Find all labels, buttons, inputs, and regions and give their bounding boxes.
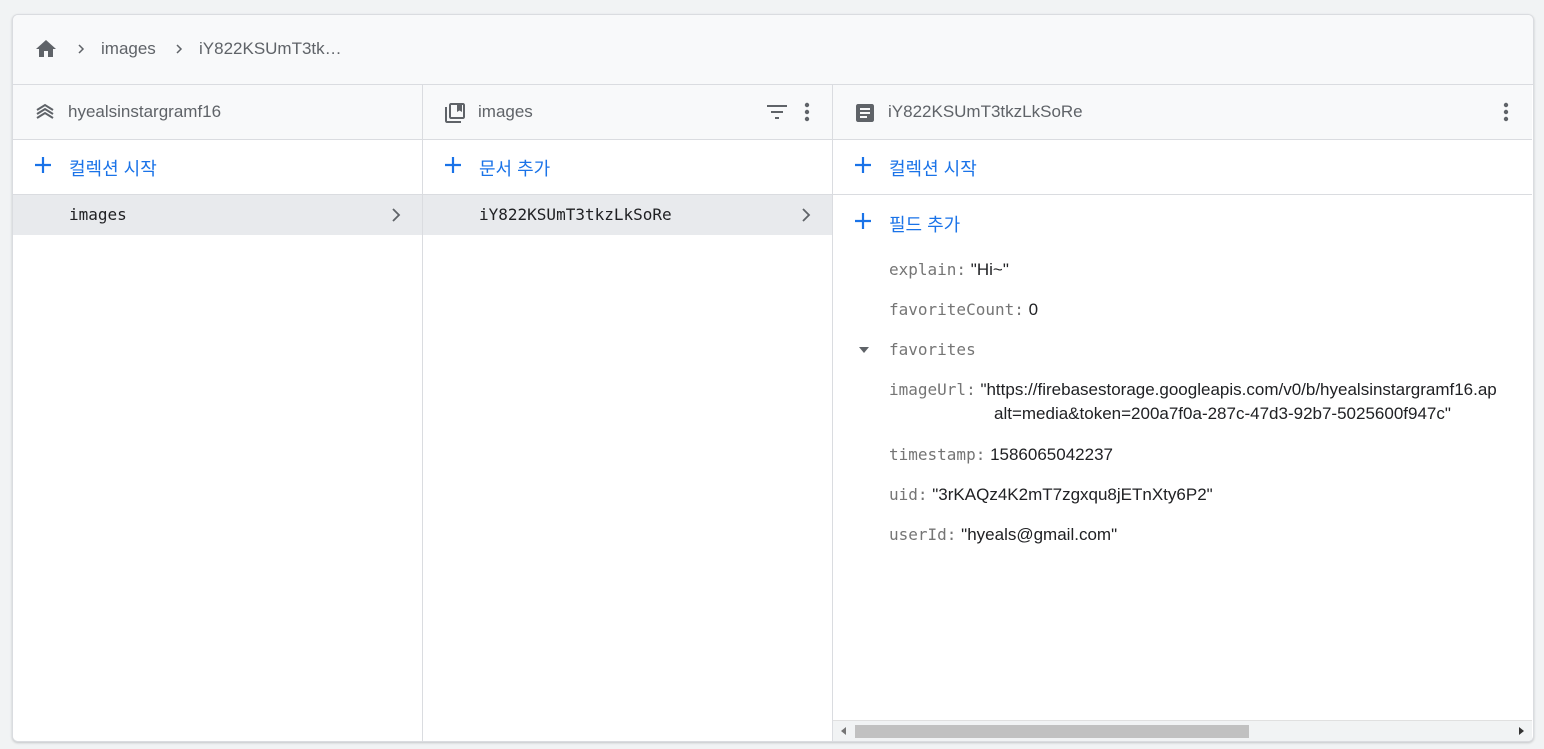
breadcrumb-item-document[interactable]: iY822KSUmT3tk… bbox=[199, 39, 342, 59]
plus-icon bbox=[35, 157, 51, 173]
chevron-right-icon bbox=[392, 208, 401, 222]
field-row[interactable]: favoriteCount: 0 bbox=[889, 300, 1038, 320]
field-key: userId: bbox=[889, 525, 957, 544]
field-value: alt=media&token=200a7f0a-287c-47d3-92b7-… bbox=[994, 404, 1451, 423]
start-collection-button[interactable]: 컬렉션 시작 bbox=[13, 140, 422, 195]
field-value: "Hi~" bbox=[970, 260, 1009, 279]
plus-icon bbox=[855, 157, 871, 173]
scroll-right-icon[interactable] bbox=[1516, 726, 1526, 736]
add-field-button[interactable]: 필드 추가 bbox=[833, 196, 1532, 250]
field-value: 0 bbox=[1028, 300, 1039, 319]
document-id: iY822KSUmT3tkzLkSoRe bbox=[479, 205, 672, 224]
field-value: "hyeals@gmail.com" bbox=[961, 525, 1118, 544]
add-field-label: 필드 추가 bbox=[889, 215, 961, 235]
collection-icon bbox=[445, 103, 465, 123]
collection-panel-title: images bbox=[478, 102, 533, 121]
add-document-button[interactable]: 문서 추가 bbox=[423, 140, 832, 195]
field-row[interactable]: imageUrl: "https://firebasestorage.googl… bbox=[889, 380, 1497, 400]
breadcrumb-item-images[interactable]: images bbox=[101, 39, 156, 59]
list-item[interactable]: iY822KSUmT3tkzLkSoRe bbox=[423, 195, 832, 235]
scroll-left-icon[interactable] bbox=[839, 726, 849, 736]
field-key: timestamp: bbox=[889, 445, 986, 464]
field-value: "https://firebasestorage.googleapis.com/… bbox=[980, 380, 1497, 399]
field-value: "3rKAQz4K2mT7zgxqu8jETnXty6P2" bbox=[932, 485, 1213, 504]
collection-name: images bbox=[69, 205, 127, 224]
more-vert-icon[interactable] bbox=[1492, 98, 1520, 126]
root-panel: hyealsinstargramf16 컬렉션 시작 images bbox=[13, 85, 423, 741]
breadcrumb: images iY822KSUmT3tk… bbox=[13, 15, 1533, 85]
expand-caret-icon[interactable] bbox=[857, 343, 871, 357]
root-panel-header: hyealsinstargramf16 bbox=[13, 85, 422, 140]
plus-icon bbox=[445, 157, 461, 173]
start-subcollection-button[interactable]: 컬렉션 시작 bbox=[833, 140, 1532, 195]
root-panel-title: hyealsinstargramf16 bbox=[68, 102, 222, 121]
home-icon[interactable] bbox=[33, 37, 59, 61]
document-icon bbox=[856, 104, 874, 122]
horizontal-scrollbar[interactable] bbox=[833, 720, 1532, 741]
field-value-continued: alt=media&token=200a7f0a-287c-47d3-92b7-… bbox=[994, 404, 1451, 424]
field-row[interactable]: favorites bbox=[889, 340, 976, 360]
add-document-label: 문서 추가 bbox=[479, 159, 551, 179]
scrollbar-thumb[interactable] bbox=[855, 725, 1249, 738]
field-value: 1586065042237 bbox=[990, 445, 1113, 464]
field-row[interactable]: userId: "hyeals@gmail.com" bbox=[889, 525, 1117, 545]
field-key: uid: bbox=[889, 485, 928, 504]
chevron-right-icon bbox=[78, 44, 85, 54]
field-key: explain: bbox=[889, 260, 967, 279]
chevron-right-icon bbox=[802, 208, 811, 222]
field-key: favoriteCount: bbox=[889, 300, 1024, 319]
filter-icon[interactable] bbox=[763, 98, 791, 126]
field-row[interactable]: explain: "Hi~" bbox=[889, 260, 1009, 280]
field-row[interactable]: uid: "3rKAQz4K2mT7zgxqu8jETnXty6P2" bbox=[889, 485, 1213, 505]
firestore-data-viewer: images iY822KSUmT3tk… hyealsinstargramf1… bbox=[12, 14, 1534, 742]
collection-panel: images 문서 추가 iY822KSUmT3tkzLkSoRe bbox=[423, 85, 833, 741]
database-icon bbox=[36, 103, 54, 119]
field-key: favorites bbox=[889, 340, 976, 359]
collection-panel-header: images bbox=[423, 85, 832, 140]
field-row[interactable]: timestamp: 1586065042237 bbox=[889, 445, 1113, 465]
start-collection-label: 컬렉션 시작 bbox=[69, 159, 157, 179]
document-panel: iY822KSUmT3tkzLkSoRe 컬렉션 시작 필드 추가 explai… bbox=[833, 85, 1532, 741]
document-panel-title: iY822KSUmT3tkzLkSoRe bbox=[888, 102, 1083, 121]
more-vert-icon[interactable] bbox=[793, 98, 821, 126]
plus-icon bbox=[855, 213, 871, 229]
document-panel-header: iY822KSUmT3tkzLkSoRe bbox=[833, 85, 1532, 140]
list-item[interactable]: images bbox=[13, 195, 422, 235]
chevron-right-icon bbox=[176, 44, 183, 54]
field-key: imageUrl: bbox=[889, 380, 976, 399]
start-subcollection-label: 컬렉션 시작 bbox=[889, 159, 977, 179]
